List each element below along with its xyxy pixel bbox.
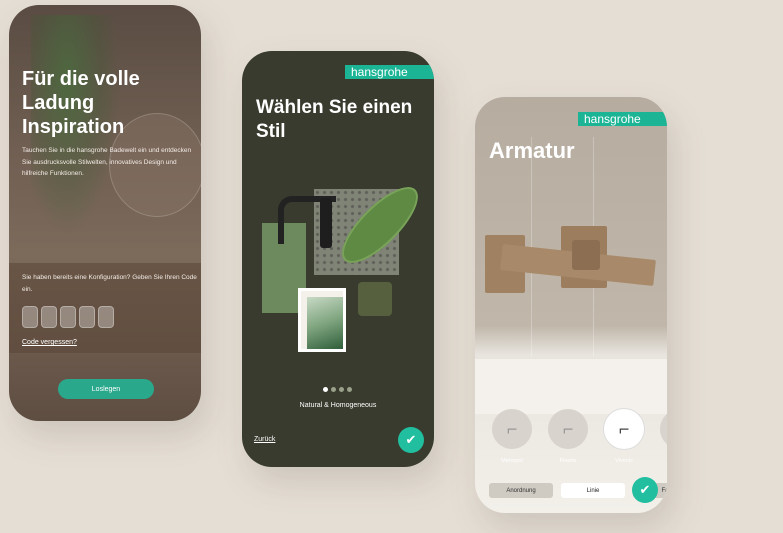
faucet-option[interactable]: ⌐ T bbox=[659, 409, 667, 464]
faucet-option-label: Metropol bbox=[501, 458, 523, 464]
check-icon: ✔ bbox=[405, 432, 417, 447]
forgot-code-link[interactable]: Code vergessen? bbox=[22, 339, 77, 346]
carousel-dot[interactable] bbox=[339, 387, 344, 392]
faucet-options: ⌐ Metropol ⌐ Finoris ⌐ Vivenis ⌐ T bbox=[491, 409, 667, 464]
faucet-option-selected[interactable]: ⌐ Vivenis bbox=[603, 409, 645, 464]
carousel-dot[interactable] bbox=[347, 387, 352, 392]
faucet-option-label: Vivenis bbox=[615, 458, 633, 464]
tab-linie[interactable]: Linie bbox=[561, 483, 625, 498]
faucet-title: Armatur bbox=[489, 138, 575, 163]
brand-logo: hansgrohe bbox=[578, 112, 667, 126]
code-digit-input[interactable] bbox=[60, 306, 76, 328]
welcome-title: Für die volle Ladung Inspiration bbox=[22, 68, 140, 138]
back-link[interactable]: Zurück bbox=[254, 436, 275, 443]
faucet-option[interactable]: ⌐ Finoris bbox=[547, 409, 589, 464]
carousel-dot[interactable] bbox=[323, 387, 328, 392]
confirm-button[interactable]: ✔ bbox=[632, 477, 658, 503]
confirm-button[interactable]: ✔ bbox=[398, 427, 424, 453]
faucet-selection-screen: hansgrohe Armatur ⌐ Metropol ⌐ Finoris ⌐… bbox=[475, 97, 667, 513]
code-digit-input[interactable] bbox=[98, 306, 114, 328]
brand-logo: hansgrohe bbox=[345, 65, 434, 79]
faucet-icon: ⌐ bbox=[562, 418, 574, 439]
faucet-stem bbox=[320, 198, 332, 248]
welcome-description: Tauchen Sie in die hansgrohe Badewelt ei… bbox=[22, 147, 192, 177]
style-caption: Natural & Homogeneous bbox=[299, 402, 377, 409]
check-icon: ✔ bbox=[639, 482, 651, 497]
faucet-handle bbox=[572, 240, 600, 270]
config-prompt: Sie haben bereits eine Konfiguration? Ge… bbox=[22, 274, 197, 293]
code-input-group bbox=[22, 306, 114, 328]
carousel-dot[interactable] bbox=[331, 387, 336, 392]
carousel-indicator[interactable] bbox=[323, 387, 352, 392]
art-print-sample bbox=[298, 288, 346, 352]
faucet-icon: ⌐ bbox=[618, 418, 630, 439]
olive-material-sample bbox=[358, 282, 392, 316]
start-button[interactable]: Loslegen bbox=[58, 379, 154, 399]
welcome-screen: Für die volle Ladung Inspiration Tauchen… bbox=[9, 5, 201, 421]
faucet-option-label: Finoris bbox=[559, 458, 577, 464]
code-digit-input[interactable] bbox=[22, 306, 38, 328]
sink-surface bbox=[475, 359, 667, 414]
faucet-icon: ⌐ bbox=[506, 418, 518, 439]
code-digit-input[interactable] bbox=[41, 306, 57, 328]
code-digit-input[interactable] bbox=[79, 306, 95, 328]
tab-anordnung[interactable]: Anordnung bbox=[489, 483, 553, 498]
style-selection-screen: hansgrohe Wählen Sie einen Stil Natural … bbox=[242, 51, 434, 467]
faucet-option[interactable]: ⌐ Metropol bbox=[491, 409, 533, 464]
style-title: Wählen Sie einen Stil bbox=[256, 97, 413, 142]
style-moodboard-image[interactable] bbox=[260, 176, 429, 361]
